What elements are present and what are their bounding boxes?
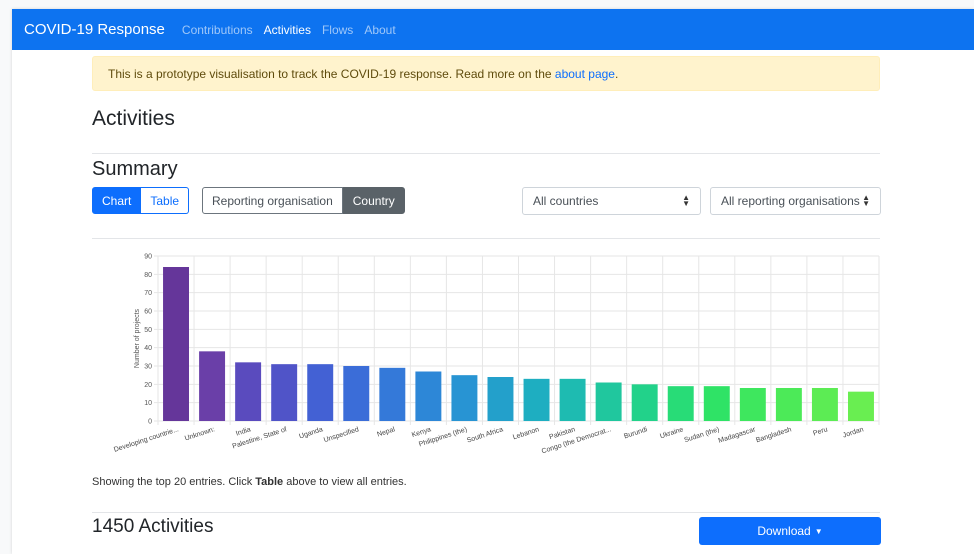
country-select[interactable]: All countries ▲ ▼	[522, 187, 701, 215]
y-tick-label: 30	[144, 364, 152, 371]
organisation-select[interactable]: All reporting organisations ▲ ▼	[710, 187, 881, 215]
bar[interactable]	[343, 366, 370, 421]
y-axis-ticks: 0 10 20 30 40 50 60 70 80 90	[144, 254, 152, 426]
x-tick-label: Burundi	[623, 426, 649, 440]
bar[interactable]	[235, 362, 262, 421]
x-axis-ticks: Developing countrie... Unknown: IndiaPales…	[113, 426, 865, 455]
divider	[92, 153, 880, 154]
x-tick-label: Peru	[812, 426, 828, 437]
bar[interactable]	[379, 367, 406, 421]
projects-bar-chart: 0 10 20 30 40 50 60 70 80 90 Developing countrie.…	[113, 254, 880, 455]
view-toggle-group: Chart Table	[92, 187, 190, 214]
group-by-toggle: Reporting organisation Country	[202, 187, 405, 214]
bar[interactable]	[631, 384, 658, 421]
bar[interactable]	[271, 364, 298, 421]
nav-contributions[interactable]: Contributions	[182, 23, 253, 37]
x-tick-label: Kenya	[411, 426, 432, 439]
country-button[interactable]: Country	[342, 187, 405, 214]
alert-text: This is a prototype visualisation to tra…	[108, 66, 552, 81]
nav-flows[interactable]: Flows	[322, 23, 353, 37]
navbar: COVID-19 Response Contributions Activiti…	[12, 9, 974, 50]
summary-heading: Summary	[92, 158, 178, 180]
caret-down-icon: ▼	[814, 526, 823, 536]
bar[interactable]	[811, 388, 838, 421]
prototype-alert: This is a prototype visualisation to tra…	[92, 56, 880, 91]
x-tick-label: Developing countrie...	[113, 426, 180, 454]
bar[interactable]	[523, 378, 550, 421]
bar[interactable]	[739, 388, 766, 421]
organisation-select-value: All reporting organisations	[721, 194, 860, 208]
x-tick-label: Ukraine	[659, 426, 684, 440]
brand-link[interactable]: COVID-19 Response	[24, 21, 165, 38]
activities-count-heading: 1450 Activities	[92, 516, 214, 537]
x-tick-label: Bangladesh	[755, 426, 792, 444]
x-tick-label: Madagascar	[718, 426, 757, 445]
y-axis-label: Number of projects	[134, 308, 141, 368]
nav-about[interactable]: About	[364, 23, 395, 37]
about-page-link[interactable]: about page	[555, 67, 615, 81]
country-select-value: All countries	[533, 194, 599, 208]
x-tick-label: Sudan (the)	[683, 426, 720, 444]
showing-note: Showing the top 20 entries. Click Table …	[92, 476, 407, 488]
nav-activities[interactable]: Activities	[264, 23, 311, 37]
page-title: Activities	[92, 107, 175, 130]
showing-post: above to view all entries.	[283, 476, 407, 488]
bar[interactable]	[847, 391, 874, 421]
y-tick-label: 80	[144, 272, 152, 279]
y-tick-label: 50	[144, 327, 152, 334]
alert-end: .	[614, 66, 619, 81]
chart-grid	[154, 255, 880, 425]
y-tick-label: 0	[148, 419, 152, 426]
showing-table-word: Table	[255, 476, 284, 488]
bar[interactable]	[703, 386, 730, 421]
x-tick-label: Jordan	[842, 426, 865, 439]
bar[interactable]	[775, 388, 802, 421]
y-tick-label: 40	[144, 345, 152, 352]
y-tick-label: 70	[144, 290, 152, 297]
showing-pre: Showing the top 20 entries. Click	[92, 476, 256, 488]
select-caret-icon: ▲ ▼	[862, 193, 870, 208]
bar[interactable]	[595, 382, 622, 422]
x-tick-label: Lebanon	[512, 426, 540, 441]
download-label: Download	[757, 524, 811, 538]
bar[interactable]	[487, 377, 514, 421]
bar[interactable]	[199, 351, 226, 421]
bar[interactable]	[451, 375, 478, 421]
select-caret-icon: ▲ ▼	[682, 193, 690, 208]
download-button[interactable]: Download ▼	[699, 517, 881, 545]
divider	[92, 512, 880, 513]
y-tick-label: 20	[144, 382, 152, 389]
bar[interactable]	[163, 267, 190, 421]
y-tick-label: 90	[144, 254, 152, 261]
reporting-organisation-button[interactable]: Reporting organisation	[202, 187, 343, 214]
bar[interactable]	[559, 378, 586, 421]
y-tick-label: 60	[144, 309, 152, 316]
x-tick-label: Uganda	[298, 426, 324, 440]
x-tick-label: India	[235, 426, 252, 437]
x-tick-label: Unknown:	[184, 426, 216, 442]
table-button[interactable]: Table	[141, 187, 190, 214]
bar[interactable]	[667, 386, 694, 421]
bar[interactable]	[307, 364, 334, 421]
x-tick-label: Unspecified	[323, 426, 360, 444]
x-tick-label: Nepal	[376, 426, 396, 438]
chart-button[interactable]: Chart	[92, 187, 142, 214]
x-tick-label: South Africa	[466, 426, 504, 444]
y-tick-label: 10	[144, 400, 152, 407]
bar[interactable]	[415, 371, 442, 422]
